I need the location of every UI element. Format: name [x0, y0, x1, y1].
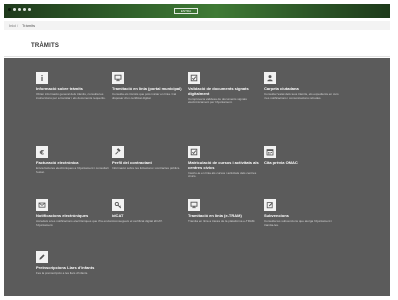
- carousel-dot[interactable]: [18, 8, 21, 11]
- carousel-dot[interactable]: [28, 8, 31, 11]
- tile-perfil-contractant[interactable]: Perfil del contractant Informació sobre …: [112, 146, 188, 171]
- hero-banner: ENTRA: [4, 4, 390, 18]
- carousel-dot[interactable]: [23, 8, 26, 11]
- tramits-panel: Informació sobre tràmits Obtén informaci…: [4, 58, 390, 296]
- tile-title: Matriculació de cursos i activitats als …: [188, 160, 259, 170]
- tile-carpeta-ciutadana[interactable]: Carpeta ciutadana Consulta l'estat dels …: [264, 72, 340, 100]
- tile-description: Consulta les subvencions que atorga l'Aj…: [264, 218, 332, 227]
- monitor-icon: [188, 199, 200, 211]
- carousel-dot[interactable]: [8, 8, 11, 11]
- calendar-icon: [264, 146, 276, 158]
- carousel-dots[interactable]: [8, 8, 31, 11]
- tile-title: Cita prèvia OMAC: [264, 160, 298, 165]
- breadcrumb: Inici / Tràmits: [4, 21, 390, 30]
- key-icon: [112, 199, 124, 211]
- tile-cita-previa-omac[interactable]: Cita prèvia OMAC: [264, 146, 340, 166]
- tile-facturacio-electronica[interactable]: € Facturació electrònica Envia factures …: [36, 146, 112, 174]
- tile-description: Aconsegueix el certificat digital idCAT.: [112, 218, 163, 223]
- tile-description: Obtén informació general dels tràmits, c…: [36, 91, 106, 100]
- envelope-icon: [36, 199, 48, 211]
- tile-idcat[interactable]: idCAT Aconsegueix el certificat digital …: [112, 199, 188, 224]
- edit-doc-icon: [264, 199, 276, 211]
- tile-title: Validació de documents signats digitalme…: [188, 86, 249, 96]
- tile-description: Fes la preinscripció a les llars d'infan…: [36, 270, 89, 275]
- pencil-icon: [36, 251, 48, 263]
- divider: [4, 56, 390, 57]
- tile-matriculacio-cursos[interactable]: Matriculació de cursos i activitats als …: [188, 146, 264, 179]
- gavel-icon: [112, 146, 124, 158]
- check-doc-icon: [188, 72, 200, 84]
- breadcrumb-home[interactable]: Inici: [9, 23, 16, 28]
- info-icon: [36, 72, 48, 84]
- breadcrumb-current: Tràmits: [22, 23, 36, 28]
- tile-description: Envia factures electròniques a l'Ajuntam…: [36, 165, 110, 174]
- carousel-dot[interactable]: [13, 8, 16, 11]
- tile-validacio-documents[interactable]: Validació de documents signats digitalme…: [188, 72, 264, 105]
- euro-icon: €: [36, 146, 48, 158]
- tile-description: Informació sobre les licitacions i contr…: [112, 165, 181, 170]
- tile-description: Consulta els tràmits que pots iniciar en…: [112, 91, 177, 100]
- tile-description: Tramita en línia a través de la platafor…: [188, 218, 256, 223]
- tile-description: Comprova la validesa de documents signat…: [188, 96, 247, 105]
- tile-informacio-tramits[interactable]: Informació sobre tràmits Obtén informaci…: [36, 72, 112, 100]
- tile-description: Accedeix a les notificacions electròniqu…: [36, 218, 112, 227]
- person-icon: [264, 72, 276, 84]
- monitor-icon: [112, 72, 124, 84]
- tile-tramitacio-etram[interactable]: Tramitació en línia (e-TRAM) Tramita en …: [188, 199, 264, 224]
- breadcrumb-separator: /: [17, 23, 19, 28]
- tile-tramitacio-portal[interactable]: Tramitació en línia (portal municipal) C…: [112, 72, 188, 100]
- tile-description: Consulta l'estat dels teus tràmits, els …: [264, 91, 339, 100]
- tile-notificacions[interactable]: Notificacions electròniques Accedeix a l…: [36, 199, 112, 227]
- page-title: TRÀMITS: [31, 43, 60, 49]
- svg-text:€: €: [39, 148, 45, 156]
- tile-preinscripcions[interactable]: Preinscripcions Llars d'Infants Fes la p…: [36, 251, 112, 276]
- tile-subvencions[interactable]: Subvencions Consulta les subvencions que…: [264, 199, 340, 227]
- check-doc-icon: [188, 146, 200, 158]
- banner-button[interactable]: ENTRA: [174, 8, 198, 14]
- tile-description: Inscriu-te en línia als cursos i activit…: [188, 170, 257, 179]
